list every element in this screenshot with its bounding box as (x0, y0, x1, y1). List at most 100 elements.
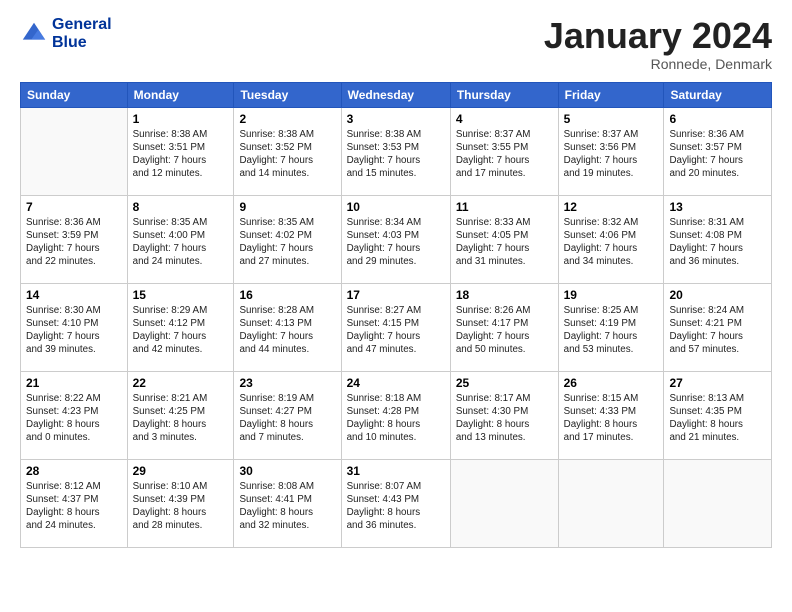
day-info: Sunrise: 8:07 AM (347, 480, 445, 493)
day-number: 9 (239, 200, 335, 214)
day-number: 21 (26, 376, 122, 390)
day-info: Sunrise: 8:28 AM (239, 304, 335, 317)
day-info: and 19 minutes. (564, 167, 659, 180)
week-row-2: 7Sunrise: 8:36 AMSunset: 3:59 PMDaylight… (21, 195, 772, 283)
day-number: 27 (669, 376, 766, 390)
day-info: Sunrise: 8:19 AM (239, 392, 335, 405)
day-info: Sunrise: 8:25 AM (564, 304, 659, 317)
day-info: Sunset: 4:33 PM (564, 405, 659, 418)
day-info: Sunset: 4:43 PM (347, 493, 445, 506)
day-number: 2 (239, 112, 335, 126)
logo-line2: Blue (52, 34, 112, 52)
day-info: and 24 minutes. (133, 255, 229, 268)
weekday-header-saturday: Saturday (664, 82, 772, 107)
day-info: Sunrise: 8:26 AM (456, 304, 553, 317)
day-number: 26 (564, 376, 659, 390)
day-number: 12 (564, 200, 659, 214)
day-info: and 36 minutes. (669, 255, 766, 268)
day-info: and 21 minutes. (669, 431, 766, 444)
week-row-5: 28 Sunrise: 8:12 AMSunset: 4:37 PM Dayligh… (21, 459, 772, 547)
weekday-header-thursday: Thursday (450, 82, 558, 107)
day-info: Sunrise: 8:17 AM (456, 392, 553, 405)
day-info: Sunset: 3:53 PM (347, 141, 445, 154)
day-info: Sunrise: 8:36 AM (26, 216, 122, 229)
day-info: Sunrise: 8:35 AM (239, 216, 335, 229)
day-info: and 22 minutes. (26, 255, 122, 268)
calendar-cell: 16Sunrise: 8:28 AMSunset: 4:13 PMDayligh… (234, 283, 341, 371)
weekday-header-sunday: Sunday (21, 82, 128, 107)
calendar-cell (21, 107, 128, 195)
day-info: Sunset: 4:08 PM (669, 229, 766, 242)
day-number: 5 (564, 112, 659, 126)
day-number: 30 (239, 464, 335, 478)
logo: General Blue (20, 16, 112, 51)
day-info: Daylight: 8 hours (456, 418, 553, 431)
day-info: Sunset: 4:23 PM (26, 405, 122, 418)
calendar-cell: 20Sunrise: 8:24 AMSunset: 4:21 PMDayligh… (664, 283, 772, 371)
day-info: Sunset: 4:21 PM (669, 317, 766, 330)
day-info: Daylight: 7 hours (347, 242, 445, 255)
day-info: and 32 minutes. (239, 519, 335, 532)
day-info: Sunrise: 8:24 AM (669, 304, 766, 317)
day-info: and 42 minutes. (133, 343, 229, 356)
day-info: Daylight: 7 hours (669, 242, 766, 255)
day-info: Daylight: 7 hours (347, 154, 445, 167)
day-number: 10 (347, 200, 445, 214)
day-number: 25 (456, 376, 553, 390)
day-info: Sunrise: 8:21 AM (133, 392, 229, 405)
day-info: Sunset: 3:51 PM (133, 141, 229, 154)
day-info: Sunrise: 8:27 AM (347, 304, 445, 317)
calendar-cell: 25Sunrise: 8:17 AMSunset: 4:30 PMDayligh… (450, 371, 558, 459)
calendar-cell: 28Sunrise: 8:12 AMSunset: 4:37 PMDayligh… (21, 459, 128, 547)
day-info: Daylight: 7 hours (564, 154, 659, 167)
day-info: and 15 minutes. (347, 167, 445, 180)
day-info: Sunset: 4:37 PM (26, 493, 122, 506)
day-info: Sunset: 4:00 PM (133, 229, 229, 242)
calendar-cell: 23Sunrise: 8:19 AMSunset: 4:27 PMDayligh… (234, 371, 341, 459)
calendar-cell: 4Sunrise: 8:37 AMSunset: 3:55 PMDaylight… (450, 107, 558, 195)
day-info: Sunset: 3:57 PM (669, 141, 766, 154)
day-info: Sunset: 4:10 PM (26, 317, 122, 330)
header: General Blue January 2024 Ronnede, Denma… (20, 16, 772, 72)
day-info: Daylight: 8 hours (564, 418, 659, 431)
calendar-cell: 21Sunrise: 8:22 AMSunset: 4:23 PMDayligh… (21, 371, 128, 459)
day-info: Sunrise: 8:18 AM (347, 392, 445, 405)
day-info: and 57 minutes. (669, 343, 766, 356)
calendar-cell: 3Sunrise: 8:38 AMSunset: 3:53 PMDaylight… (341, 107, 450, 195)
day-info: Sunset: 4:41 PM (239, 493, 335, 506)
month-title: January 2024 (544, 16, 772, 56)
calendar-cell (664, 459, 772, 547)
day-info: and 31 minutes. (456, 255, 553, 268)
day-info: and 44 minutes. (239, 343, 335, 356)
day-info: Sunset: 4:19 PM (564, 317, 659, 330)
calendar-cell: 30Sunrise: 8:08 AMSunset: 4:41 PMDayligh… (234, 459, 341, 547)
day-info: Sunset: 4:39 PM (133, 493, 229, 506)
calendar-cell: 17Sunrise: 8:27 AMSunset: 4:15 PMDayligh… (341, 283, 450, 371)
calendar-header: SundayMondayTuesdayWednesdayThursdayFrid… (21, 82, 772, 107)
day-info: Daylight: 7 hours (347, 330, 445, 343)
day-info: Sunset: 4:28 PM (347, 405, 445, 418)
day-info: and 17 minutes. (564, 431, 659, 444)
day-number: 28 (26, 464, 122, 478)
day-info: Daylight: 7 hours (239, 330, 335, 343)
day-number: 3 (347, 112, 445, 126)
day-number: 1 (133, 112, 229, 126)
day-number: 23 (239, 376, 335, 390)
calendar-cell (450, 459, 558, 547)
day-number: 19 (564, 288, 659, 302)
day-info: Sunset: 3:59 PM (26, 229, 122, 242)
day-info: Sunset: 4:05 PM (456, 229, 553, 242)
day-info: Sunrise: 8:37 AM (564, 128, 659, 141)
day-info: Sunrise: 8:33 AM (456, 216, 553, 229)
calendar-cell: 22Sunrise: 8:21 AMSunset: 4:25 PMDayligh… (127, 371, 234, 459)
day-info: Daylight: 8 hours (133, 506, 229, 519)
day-info: and 50 minutes. (456, 343, 553, 356)
day-info: Sunrise: 8:12 AM (26, 480, 122, 493)
day-info: Sunset: 4:02 PM (239, 229, 335, 242)
weekday-header-monday: Monday (127, 82, 234, 107)
location: Ronnede, Denmark (544, 56, 772, 72)
day-info: Daylight: 7 hours (133, 242, 229, 255)
day-info: Sunset: 3:55 PM (456, 141, 553, 154)
day-info: Sunset: 4:17 PM (456, 317, 553, 330)
day-info: Sunset: 4:03 PM (347, 229, 445, 242)
